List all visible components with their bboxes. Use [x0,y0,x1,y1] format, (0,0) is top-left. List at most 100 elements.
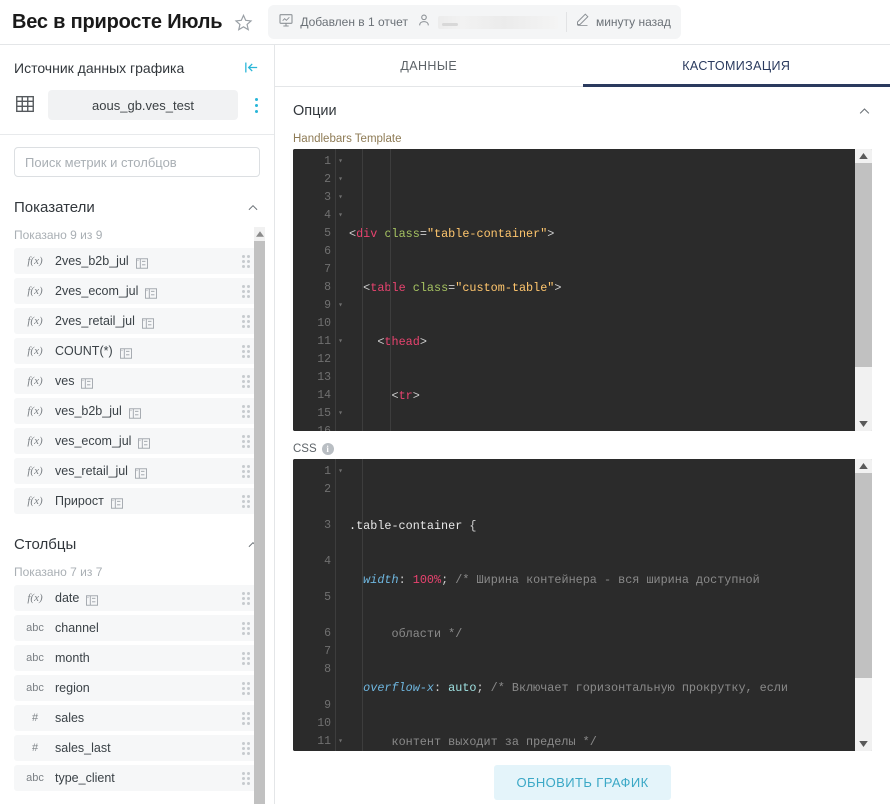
field-name-label: ves_retail_jul [55,464,128,478]
handlebars-label-text: Handlebars Template [293,133,402,145]
report-count-label: Добавлен в 1 отчет [300,15,408,29]
handlebars-scroll-up-button[interactable] [855,149,872,163]
field-type-label: f(x) [27,315,43,327]
data-source-chip[interactable]: aous_gb.ves_test [48,90,238,120]
handlebars-editor-label: Handlebars Template [293,133,872,145]
css-code-editor[interactable]: 1 ▾ 2 3 4 5 6 7 8 9 10 11 ▾ .table-conta… [293,459,872,751]
drag-handle-icon[interactable] [242,592,252,605]
drag-handle-icon[interactable] [242,622,252,635]
drag-handle-icon[interactable] [242,772,252,785]
css-scroll-up-button[interactable] [855,459,872,473]
drag-handle-icon[interactable] [242,742,252,755]
field-type-label: f(x) [27,592,43,604]
columns-section-header[interactable]: Столбцы [0,518,274,559]
field-name-label: COUNT(*) [55,344,113,358]
sidebar-scroll-up-button[interactable] [254,228,265,240]
field-row[interactable]: f(x) date * [14,585,260,611]
field-row[interactable]: f(x) COUNT(*) * [14,338,260,364]
field-row[interactable]: # sales [14,705,260,731]
field-row[interactable]: abc region [14,675,260,701]
css-scrollbar-thumb[interactable] [855,473,872,678]
drag-handle-icon[interactable] [242,255,252,268]
drag-handle-icon[interactable] [242,405,252,418]
field-name-label: region [55,681,90,695]
pencil-icon [575,12,590,32]
last-edited-info[interactable]: минуту назад [575,12,671,32]
drag-handle-icon[interactable] [242,495,252,508]
field-row[interactable]: f(x) ves_ecom_jul * [14,428,260,454]
field-name-label: date [55,591,80,605]
star-icon[interactable] [232,11,254,33]
field-row[interactable]: f(x) ves_retail_jul * [14,458,260,484]
search-input[interactable] [14,147,260,177]
field-row[interactable]: abc channel [14,615,260,641]
last-edited-label: минуту назад [595,15,671,29]
user-icon [416,12,432,33]
field-type-label: abc [26,772,44,784]
field-type-label: abc [26,682,44,694]
chevron-up-icon[interactable] [857,104,872,119]
chevron-up-icon[interactable] [246,201,260,215]
field-row[interactable]: f(x) Прирост * [14,488,260,514]
main-body: Источник данных графика aous_gb.ves_test [0,45,890,804]
field-type-label: f(x) [27,495,43,507]
more-vertical-icon[interactable] [248,97,264,113]
drag-handle-icon[interactable] [242,345,252,358]
drag-handle-icon[interactable] [242,285,252,298]
top-bar: Вес в приросте Июль Добавлен в 1 отчет м… [0,0,890,45]
collapse-panel-icon[interactable] [243,59,260,76]
field-name-label: sales_last [55,741,111,755]
metrics-section-header[interactable]: Показатели [0,185,274,222]
metrics-list: f(x) 2ves_b2b_jul * f(x) 2ves_ecom_jul * f(x) 2… [0,248,274,518]
info-icon[interactable]: i [321,443,334,455]
handlebars-scroll-down-button[interactable] [855,417,872,431]
drag-handle-icon[interactable] [242,435,252,448]
field-name-label: type_client [55,771,115,785]
field-type-label: f(x) [27,375,43,387]
css-code-content[interactable]: .table-container { width: 100%; /* Ширин… [335,459,872,751]
drag-handle-icon[interactable] [242,315,252,328]
css-editor-block: CSS i 1 ▾ 2 3 4 5 6 7 8 9 10 11 ▾ .table… [275,431,890,751]
field-row[interactable]: f(x) ves * [14,368,260,394]
field-type-label: # [31,712,39,724]
columns-list: f(x) date * abc channel abc month abc region # sal… [0,585,274,795]
svg-text:*: * [121,348,123,353]
drag-handle-icon[interactable] [242,375,252,388]
field-name-label: Прирост [55,494,104,508]
field-row[interactable]: f(x) 2ves_ecom_jul * [14,278,260,304]
css-scroll-down-button[interactable] [855,737,872,751]
field-row[interactable]: # sales_last [14,735,260,761]
calculated-field-icon: * [128,406,141,419]
field-type-label: f(x) [27,285,43,297]
field-type-label: f(x) [27,345,43,357]
owner-info [416,12,558,33]
tab-data[interactable]: ДАННЫЕ [275,45,583,86]
field-row[interactable]: abc type_client [14,765,260,791]
field-row[interactable]: f(x) 2ves_b2b_jul * [14,248,260,274]
field-name-label: channel [55,621,99,635]
handlebars-editor-block: Handlebars Template 1 ▾ 2 ▾ 3 ▾ 4 ▾ 5 6 7 8 … [275,133,890,431]
handlebars-scrollbar-thumb[interactable] [855,163,872,367]
field-name-label: 2ves_ecom_jul [55,284,139,298]
report-info[interactable]: Добавлен в 1 отчет [278,12,408,33]
table-grid-icon [14,93,38,117]
svg-text:*: * [137,258,139,263]
handlebars-code-content[interactable]: <div class="table-container"> <table cla… [335,149,872,431]
field-type-label: abc [26,622,44,634]
panel-tabs: ДАННЫЕ КАСТОМИЗАЦИЯ [275,45,890,87]
drag-handle-icon[interactable] [242,465,252,478]
options-section-header[interactable]: Опции [275,87,890,133]
update-chart-button[interactable]: ОБНОВИТЬ ГРАФИК [494,764,671,800]
drag-handle-icon[interactable] [242,652,252,665]
sidebar-scrollbar-thumb[interactable] [254,241,265,804]
field-name-label: 2ves_retail_jul [55,314,135,328]
field-row[interactable]: f(x) 2ves_retail_jul * [14,308,260,334]
field-row[interactable]: abc month [14,645,260,671]
handlebars-code-editor[interactable]: 1 ▾ 2 ▾ 3 ▾ 4 ▾ 5 6 7 8 9 ▾ 10 11 ▾ 12 13 14 [293,149,872,431]
drag-handle-icon[interactable] [242,712,252,725]
field-row[interactable]: f(x) ves_b2b_jul * [14,398,260,424]
field-type-label: f(x) [27,435,43,447]
drag-handle-icon[interactable] [242,682,252,695]
tab-customization[interactable]: КАСТОМИЗАЦИЯ [582,45,890,87]
data-source-name: aous_gb.ves_test [92,97,194,113]
